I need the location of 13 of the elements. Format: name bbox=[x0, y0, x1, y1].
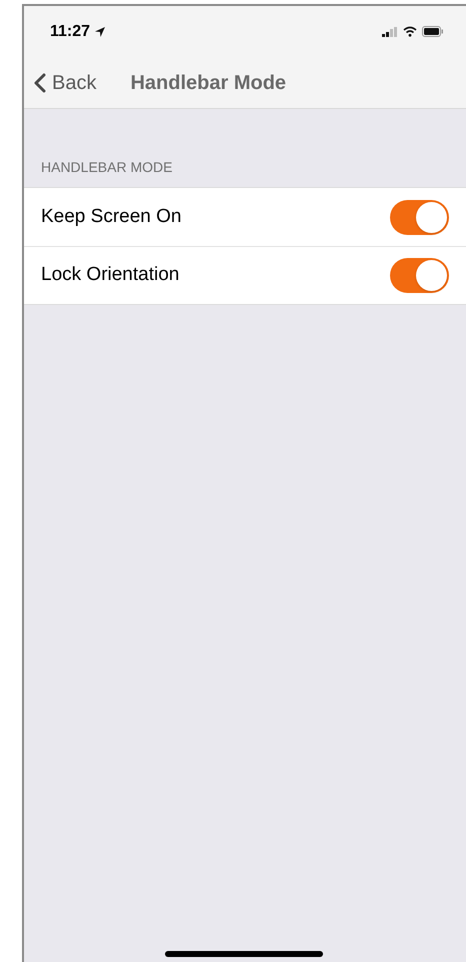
screen-title: Handlebar Mode bbox=[130, 70, 286, 96]
setting-label: Lock Orientation bbox=[41, 263, 180, 288]
toggle-switch[interactable] bbox=[390, 258, 449, 293]
setting-label: Keep Screen On bbox=[41, 204, 182, 229]
status-time: 11:27 bbox=[50, 22, 90, 42]
back-button[interactable]: Back bbox=[34, 68, 96, 98]
wifi-icon bbox=[403, 26, 417, 37]
chevron-left-icon bbox=[34, 72, 46, 92]
battery-icon bbox=[422, 26, 444, 37]
location-arrow-icon bbox=[94, 26, 106, 38]
toggle-switch[interactable] bbox=[390, 200, 449, 234]
section-header: HANDLEBAR MODE bbox=[40, 158, 174, 177]
signal-icon bbox=[382, 26, 398, 36]
